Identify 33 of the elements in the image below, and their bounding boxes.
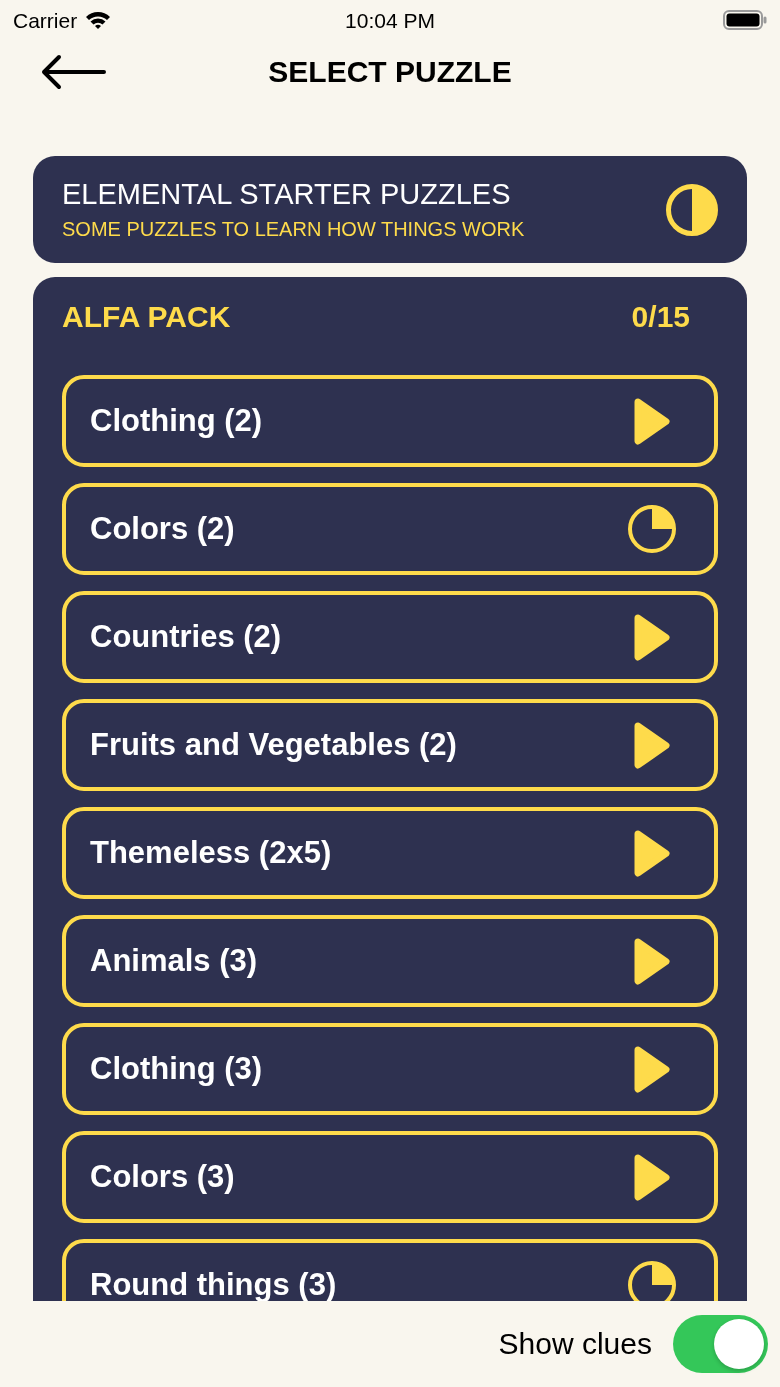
puzzle-item[interactable]: Clothing (3) xyxy=(62,1023,718,1115)
play-icon xyxy=(634,721,670,769)
play-icon xyxy=(634,397,670,445)
puzzle-label: Round things (3) xyxy=(90,1271,337,1299)
play-icon xyxy=(634,1045,670,1093)
starter-title: ELEMENTAL STARTER PUZZLES xyxy=(62,180,512,209)
show-clues-switch[interactable] xyxy=(673,1315,768,1373)
progress-pie-icon xyxy=(666,183,718,236)
play-icon xyxy=(634,1153,670,1201)
puzzle-item[interactable]: Fruits and Vegetables (2) xyxy=(62,699,718,791)
pie-chart-icon xyxy=(628,1261,676,1301)
puzzle-item[interactable]: Themeless (2x5) xyxy=(62,807,718,899)
carrier-label: Carrier xyxy=(13,9,78,31)
play-icon xyxy=(634,829,670,877)
puzzle-item[interactable]: Animals (3) xyxy=(62,915,718,1007)
show-clues-label: Show clues xyxy=(498,1329,652,1359)
starter-card[interactable]: ELEMENTAL STARTER PUZZLES SOME PUZZLES TO LEARN HOW THINGS WORK xyxy=(33,156,747,263)
play-icon xyxy=(634,937,670,985)
battery-icon xyxy=(723,10,767,30)
starter-subtitle: SOME PUZZLES TO LEARN HOW THINGS WORK xyxy=(62,219,525,239)
pie-chart-icon xyxy=(628,505,676,553)
puzzle-item[interactable]: Countries (2) xyxy=(62,591,718,683)
play-icon xyxy=(634,613,670,661)
page-title: SELECT PUZZLE xyxy=(268,57,512,87)
wifi-icon xyxy=(85,10,112,30)
puzzle-item[interactable]: Colors (3) xyxy=(62,1131,718,1223)
pack-count: 0/15 xyxy=(631,302,690,332)
clock-time: 10:04 PM xyxy=(345,9,435,31)
pack-title: ALFA PACK xyxy=(62,302,231,332)
puzzle-item[interactable]: Clothing (2) xyxy=(62,375,718,467)
switch-knob-icon xyxy=(714,1319,764,1369)
puzzle-item[interactable]: Colors (2) xyxy=(62,483,718,575)
back-arrow-icon xyxy=(40,54,106,90)
